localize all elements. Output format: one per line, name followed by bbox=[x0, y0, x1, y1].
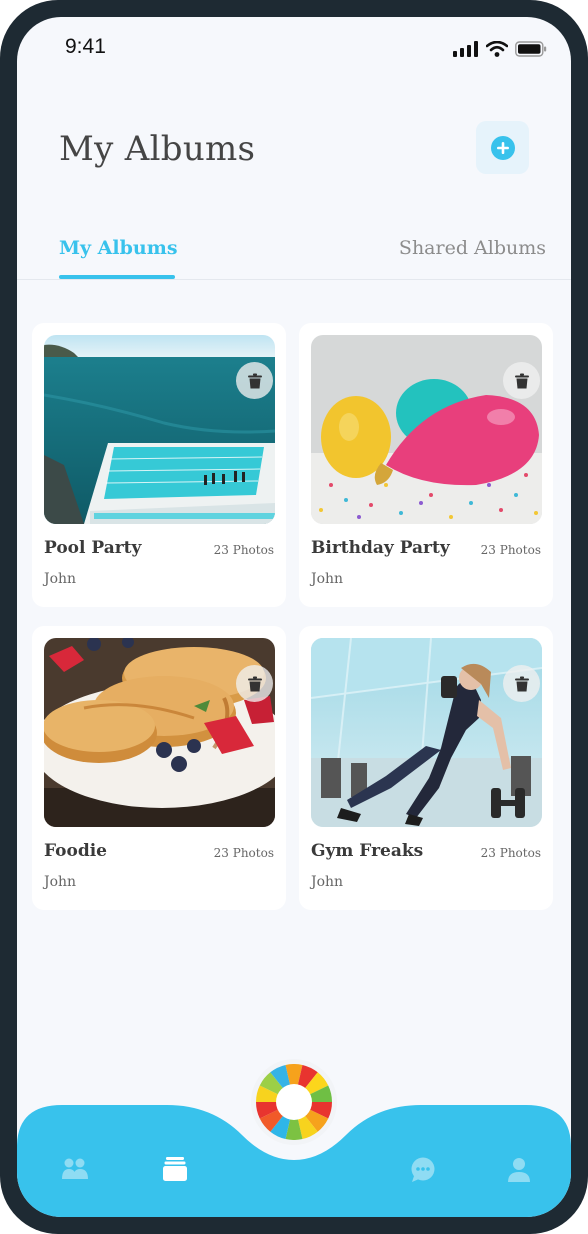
add-album-button[interactable] bbox=[476, 121, 529, 174]
page-title: My Albums bbox=[59, 129, 256, 169]
album-card-birthday-party[interactable]: Birthday Party 23 Photos John bbox=[299, 323, 553, 607]
album-name: Pool Party bbox=[44, 538, 142, 558]
plus-circle-icon bbox=[490, 135, 515, 160]
album-name: Birthday Party bbox=[311, 538, 450, 558]
profile-icon bbox=[508, 1158, 530, 1182]
gym-workout-photo bbox=[311, 638, 542, 827]
album-owner: John bbox=[44, 571, 77, 587]
nav-profile[interactable] bbox=[508, 1157, 530, 1187]
nav-chat[interactable] bbox=[410, 1157, 436, 1187]
ocean-pool-photo bbox=[44, 335, 275, 524]
status-time: 9:41 bbox=[65, 35, 106, 58]
album-card-pool-party[interactable]: Pool Party 23 Photos John bbox=[32, 323, 286, 607]
pancakes-photo bbox=[44, 638, 275, 827]
tab-my-albums[interactable]: My Albums bbox=[59, 237, 178, 259]
camera-shutter-icon bbox=[256, 1064, 332, 1140]
album-owner: John bbox=[311, 571, 344, 587]
nav-albums[interactable] bbox=[163, 1157, 187, 1185]
photo-count: 23 Photos bbox=[213, 846, 274, 860]
tab-shared-albums[interactable]: Shared Albums bbox=[399, 237, 546, 259]
chat-icon bbox=[411, 1157, 435, 1182]
nav-friends[interactable] bbox=[62, 1157, 88, 1185]
album-cover-image[interactable] bbox=[44, 335, 275, 524]
album-cover-image[interactable] bbox=[311, 335, 542, 524]
battery-icon bbox=[515, 41, 547, 57]
friends-icon bbox=[62, 1158, 88, 1179]
album-owner: John bbox=[311, 874, 344, 890]
album-cover-image[interactable] bbox=[311, 638, 542, 827]
balloons-confetti-photo bbox=[311, 335, 542, 524]
photo-count: 23 Photos bbox=[213, 543, 274, 557]
status-bar: 9:41 bbox=[17, 17, 571, 77]
wifi-icon bbox=[486, 41, 508, 57]
trash-icon bbox=[514, 676, 529, 691]
album-name: Gym Freaks bbox=[311, 841, 424, 861]
trash-icon bbox=[247, 373, 262, 388]
delete-album-button[interactable] bbox=[236, 665, 273, 702]
album-card-gym-freaks[interactable]: Gym Freaks 23 Photos John bbox=[299, 626, 553, 910]
trash-icon bbox=[247, 676, 262, 691]
app-screen: 9:41 My Albums My Albums Shared Albums P… bbox=[17, 17, 571, 1217]
trash-icon bbox=[514, 373, 529, 388]
album-owner: John bbox=[44, 874, 77, 890]
photo-count: 23 Photos bbox=[480, 846, 541, 860]
delete-album-button[interactable] bbox=[503, 362, 540, 399]
albums-icon bbox=[163, 1157, 187, 1181]
delete-album-button[interactable] bbox=[503, 665, 540, 702]
album-card-foodie[interactable]: Foodie 23 Photos John bbox=[32, 626, 286, 910]
album-name: Foodie bbox=[44, 841, 107, 861]
camera-shutter-button[interactable] bbox=[251, 1059, 337, 1145]
phone-frame: 9:41 My Albums My Albums Shared Albums P… bbox=[0, 0, 588, 1234]
delete-album-button[interactable] bbox=[236, 362, 273, 399]
album-cover-image[interactable] bbox=[44, 638, 275, 827]
album-tabs: My Albums Shared Albums bbox=[17, 217, 571, 280]
signal-icon bbox=[453, 41, 478, 57]
photo-count: 23 Photos bbox=[480, 543, 541, 557]
status-icons bbox=[453, 41, 547, 57]
active-tab-indicator bbox=[59, 275, 175, 279]
